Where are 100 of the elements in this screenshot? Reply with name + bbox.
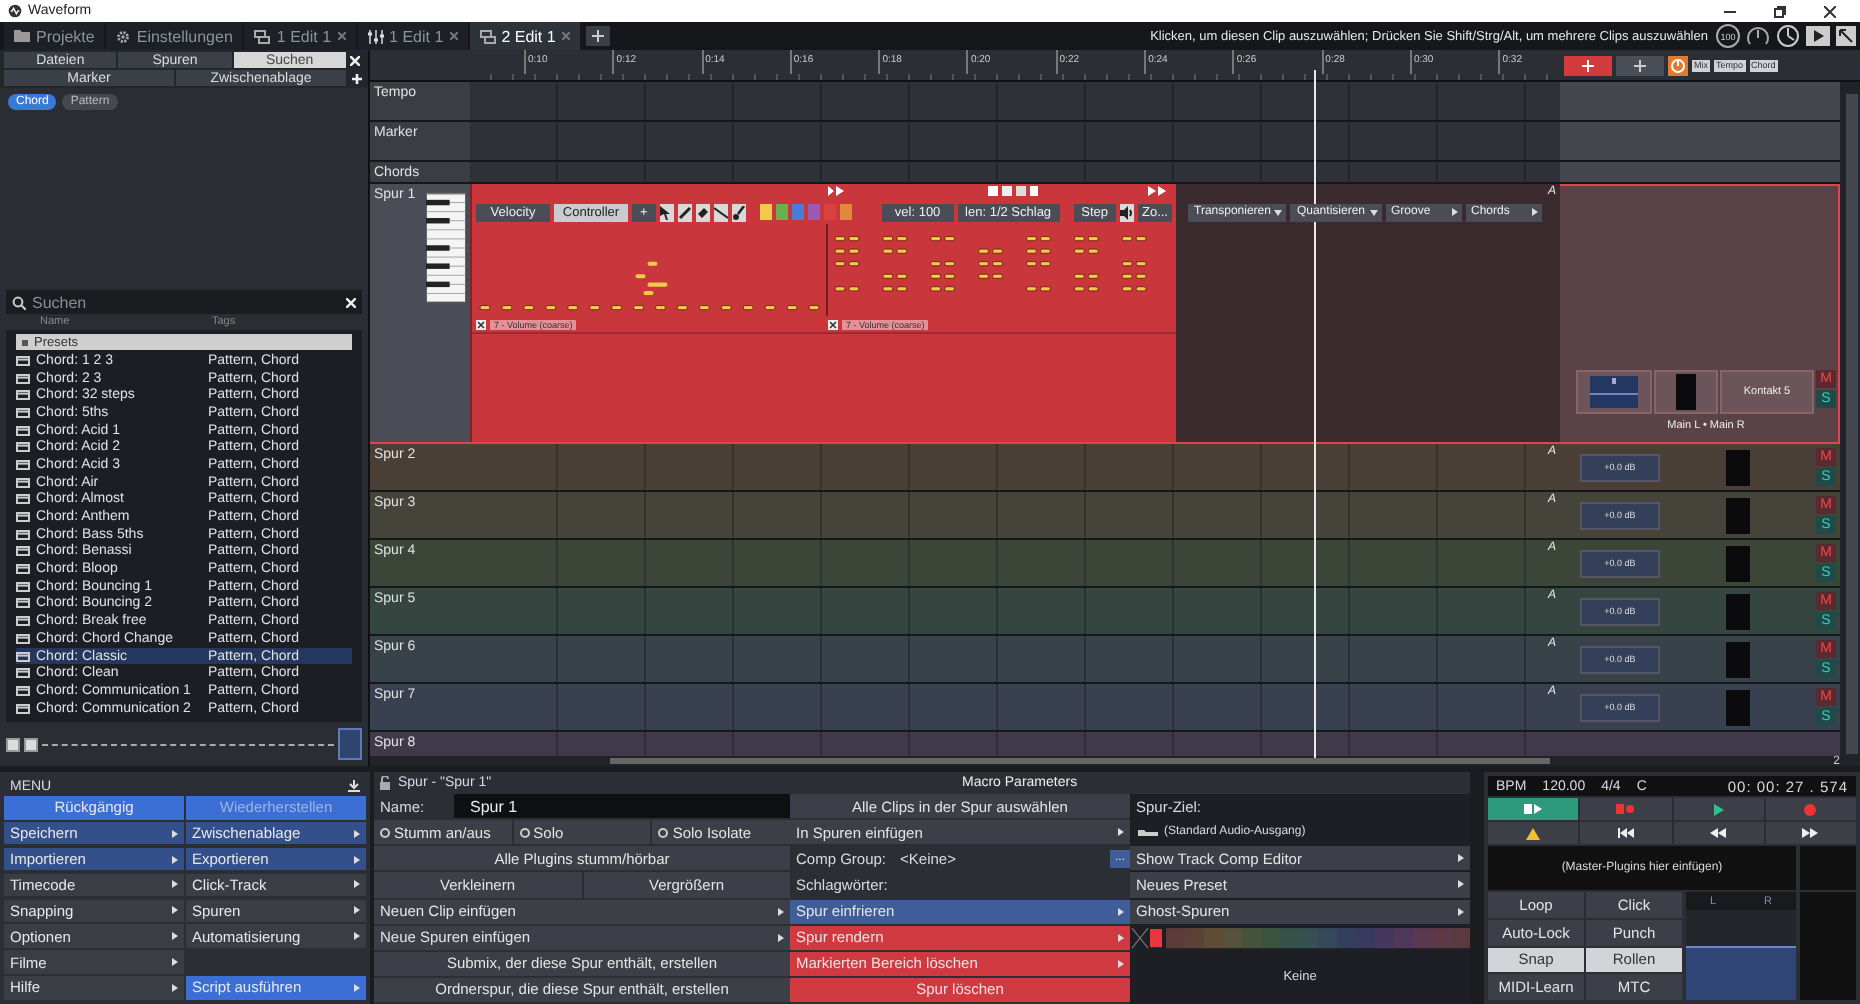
- record-mode-icon[interactable]: [1616, 804, 1635, 814]
- sliders-icon: [367, 29, 384, 43]
- gauge-icon[interactable]: [1746, 24, 1770, 48]
- preset-icon: [16, 477, 30, 488]
- note-color-swatch[interactable]: [775, 204, 788, 220]
- note-color-swatch[interactable]: [759, 204, 772, 220]
- add-tab-button[interactable]: [585, 26, 610, 46]
- play-icon[interactable]: [1713, 803, 1724, 815]
- preset-icon: [16, 494, 30, 505]
- restore-icon[interactable]: [1774, 5, 1786, 17]
- radio-icon[interactable]: [380, 827, 390, 838]
- note-color-swatch[interactable]: [791, 204, 805, 220]
- search-field[interactable]: Suchen: [6, 290, 362, 314]
- preset-icon: [16, 512, 30, 523]
- tab[interactable]: Projekte: [4, 22, 105, 50]
- preset-icon: [16, 598, 30, 609]
- fast-forward-button[interactable]: [1765, 822, 1856, 844]
- caret-icon: [1118, 959, 1124, 968]
- caret-icon: [1451, 208, 1457, 216]
- name-field[interactable]: Spur 1: [454, 794, 790, 819]
- skip-back-icon[interactable]: [1617, 828, 1634, 838]
- caret-icon: [172, 855, 178, 863]
- play-button[interactable]: [1673, 798, 1764, 820]
- record-icon[interactable]: [1804, 803, 1817, 815]
- preset-icon: [16, 407, 30, 418]
- preset-icon: [16, 529, 30, 540]
- preset-icon: [16, 633, 30, 644]
- instrument-plugin[interactable]: [1576, 370, 1652, 414]
- output-icon: [1138, 827, 1158, 838]
- level-meter: [1726, 593, 1750, 629]
- clip-header-drawing[interactable]: [828, 184, 1168, 198]
- caret-icon: [354, 829, 360, 838]
- download-icon[interactable]: [348, 780, 360, 792]
- caret-icon: [1118, 828, 1124, 837]
- close-icon[interactable]: [1824, 5, 1836, 17]
- caret-icon: [354, 880, 360, 889]
- close-icon[interactable]: [476, 319, 486, 329]
- warning-button[interactable]: [1488, 822, 1579, 844]
- caret-icon: [1118, 907, 1124, 916]
- clock-icon[interactable]: [1776, 24, 1800, 48]
- warning-icon[interactable]: [1526, 827, 1541, 839]
- tab[interactable]: 2 Edit 1: [469, 22, 580, 50]
- caret-icon: [172, 880, 178, 889]
- tab[interactable]: Einstellungen: [106, 22, 243, 50]
- preset-icon: [16, 459, 30, 470]
- caret-icon: [778, 933, 784, 942]
- caret-icon: [1458, 854, 1464, 863]
- rewind-button[interactable]: [1673, 822, 1764, 844]
- caret-icon: [172, 906, 178, 915]
- lock-icon[interactable]: [380, 776, 390, 790]
- caret-icon: [1458, 907, 1464, 916]
- add-track-button[interactable]: [1564, 55, 1612, 75]
- play-icon[interactable]: [1806, 26, 1830, 46]
- preset-icon: [16, 703, 30, 714]
- plugin-slot[interactable]: [1654, 370, 1718, 414]
- caret-icon: [1458, 880, 1464, 889]
- search-input[interactable]: Suchen: [32, 293, 340, 311]
- clear-icon[interactable]: [346, 297, 356, 307]
- tab[interactable]: 1 Edit 1: [244, 22, 356, 50]
- preset-icon: [16, 373, 30, 384]
- note-color-swatch[interactable]: [808, 204, 821, 220]
- master-level-meter: [1686, 946, 1796, 1000]
- caret-icon: [354, 906, 360, 915]
- close-icon[interactable]: [828, 319, 838, 329]
- caret-icon: [354, 932, 360, 941]
- piano-keyboard-drawing[interactable]: [426, 188, 466, 308]
- level-meter: [1726, 497, 1750, 533]
- preset-icon: [16, 442, 30, 453]
- add-button[interactable]: [1616, 55, 1664, 75]
- fast-forward-icon[interactable]: [1802, 828, 1819, 838]
- layers-icon: [479, 29, 496, 43]
- layers-icon: [254, 29, 271, 43]
- preset-icon: [16, 390, 30, 401]
- radio-icon[interactable]: [658, 827, 669, 838]
- caret-icon: [1369, 209, 1377, 215]
- loop-play-icon[interactable]: [1524, 804, 1543, 814]
- rewind-icon[interactable]: [1710, 828, 1727, 838]
- skip-back-button[interactable]: [1580, 822, 1671, 844]
- caret-icon: [354, 983, 360, 992]
- minimize-icon[interactable]: [1724, 5, 1736, 17]
- scrollbar[interactable]: [610, 758, 1550, 764]
- tab[interactable]: 1 Edit 1: [357, 22, 468, 50]
- meter-icon: [1676, 374, 1696, 410]
- caret-icon: [1118, 933, 1124, 942]
- note-color-swatch[interactable]: [824, 204, 837, 220]
- preset-icon: [16, 651, 30, 662]
- fullscreen-icon[interactable]: [1836, 26, 1856, 46]
- collapse-icon[interactable]: [22, 339, 28, 345]
- preset-icon: [16, 616, 30, 627]
- preset-icon: [16, 581, 30, 592]
- plus-icon[interactable]: [591, 30, 604, 42]
- preset-icon: [16, 564, 30, 575]
- preset-icon: [16, 425, 30, 436]
- scrollbar[interactable]: [1846, 94, 1858, 754]
- search-icon: [12, 295, 26, 309]
- caret-icon: [354, 855, 360, 863]
- color-palette[interactable]: [1130, 925, 1470, 950]
- radio-icon[interactable]: [519, 827, 530, 838]
- note-color-swatch[interactable]: [840, 204, 853, 220]
- caret-icon: [172, 932, 178, 941]
